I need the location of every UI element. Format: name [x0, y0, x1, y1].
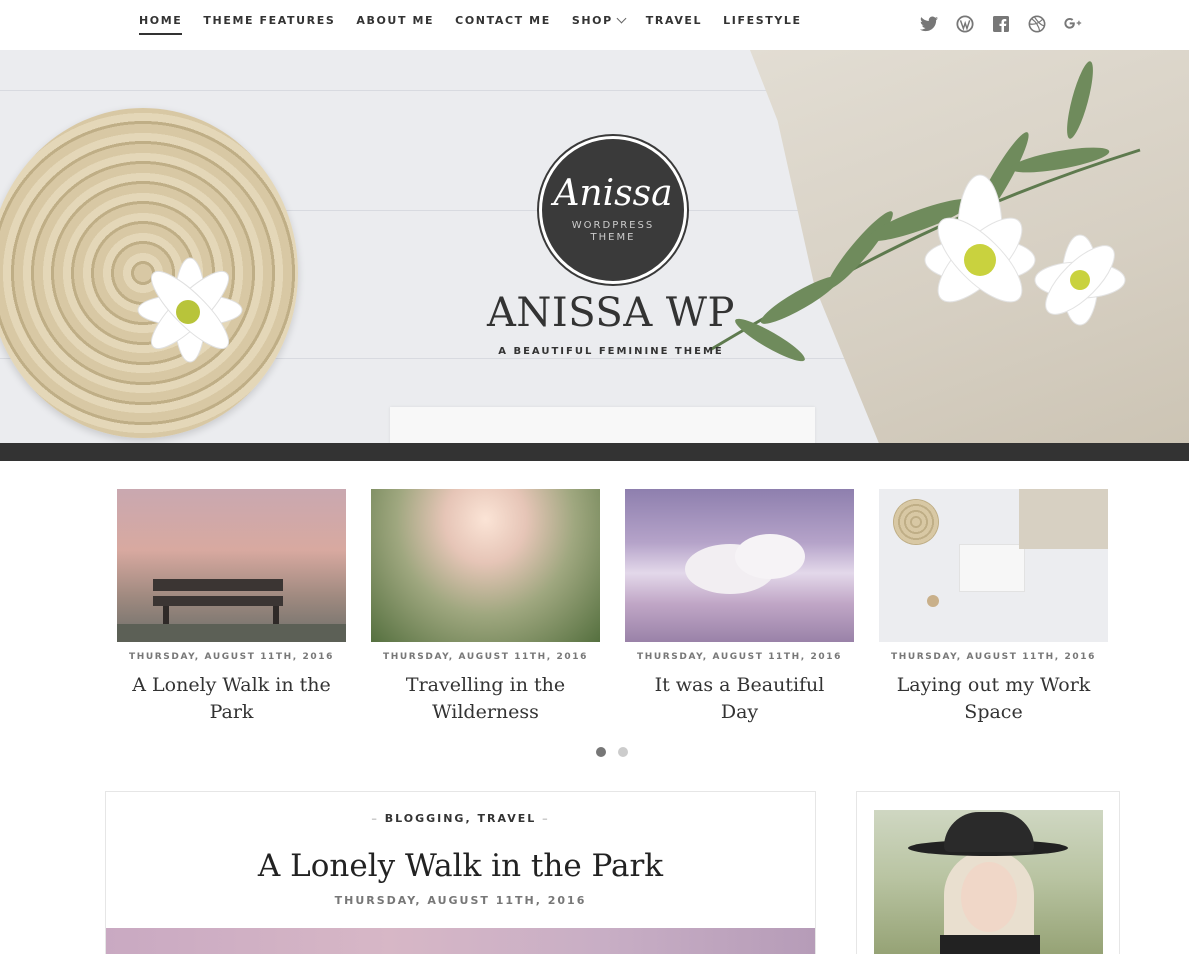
- menu-item-label: TRAVEL: [645, 14, 703, 27]
- logo-subtitle-line: THEME: [590, 232, 636, 243]
- author-top: [940, 935, 1040, 954]
- slide-item[interactable]: THURSDAY, AUGUST 11TH, 2016 It was a Bea…: [625, 489, 854, 726]
- coaster-image: [893, 499, 939, 545]
- bench-slat: [153, 579, 283, 591]
- slide-thumbnail[interactable]: [371, 489, 600, 642]
- slide-title[interactable]: A Lonely Walk in the Park: [117, 672, 346, 726]
- twine-image: [927, 595, 939, 607]
- menu-item-label: THEME FEATURES: [203, 14, 336, 27]
- slide-date: THURSDAY, AUGUST 11TH, 2016: [637, 652, 842, 662]
- slide-thumbnail[interactable]: [117, 489, 346, 642]
- menu-item-label: HOME: [139, 14, 183, 27]
- wordpress-icon[interactable]: [956, 15, 974, 33]
- menu-item-label: ABOUT ME: [356, 14, 435, 27]
- menu-item-label: LIFESTYLE: [723, 14, 802, 27]
- author-hat-crown: [944, 812, 1034, 852]
- menu-item-lifestyle[interactable]: LIFESTYLE: [723, 14, 801, 35]
- site-title[interactable]: ANISSA WP: [0, 290, 1189, 336]
- social-links: [920, 15, 1082, 33]
- dribbble-icon[interactable]: [1028, 15, 1046, 33]
- author-photo: [874, 810, 1103, 954]
- grass-strip: [117, 624, 346, 642]
- slide-item[interactable]: THURSDAY, AUGUST 11TH, 2016 Travelling i…: [371, 489, 600, 726]
- slide-thumbnail[interactable]: [879, 489, 1108, 642]
- facebook-icon[interactable]: [992, 15, 1010, 33]
- category-link-blogging[interactable]: BLOGGING: [385, 812, 466, 825]
- menu-item-travel[interactable]: TRAVEL: [646, 14, 702, 35]
- category-dash: –: [542, 812, 550, 825]
- post-categories: – BLOGGING, TRAVEL –: [106, 812, 815, 825]
- slider-dot-1[interactable]: [596, 747, 606, 757]
- hero-bottom-bar: [0, 443, 1189, 461]
- bench-slat: [153, 596, 283, 606]
- author-face: [961, 862, 1017, 932]
- blog-post: – BLOGGING, TRAVEL – A Lonely Walk in th…: [105, 791, 816, 954]
- logo-subtitle: WORDPRESS THEME: [572, 220, 654, 244]
- menu-item-label: SHOP: [571, 14, 613, 27]
- post-featured-image[interactable]: [106, 928, 815, 954]
- logo-subtitle-line: WORDPRESS: [571, 220, 655, 231]
- card-image: [959, 544, 1025, 592]
- menu-item-theme-features[interactable]: THEME FEATURES: [203, 14, 335, 35]
- twitter-icon[interactable]: [920, 15, 938, 33]
- slider-pagination: [596, 747, 628, 757]
- slide-date: THURSDAY, AUGUST 11TH, 2016: [129, 652, 334, 662]
- category-link-travel[interactable]: TRAVEL: [478, 812, 537, 825]
- category-separator: ,: [465, 812, 472, 825]
- post-title[interactable]: A Lonely Walk in the Park: [106, 848, 815, 884]
- menu-item-shop[interactable]: SHOP: [571, 13, 627, 35]
- slide-title[interactable]: Travelling in the Wilderness: [371, 672, 600, 726]
- slide-item[interactable]: THURSDAY, AUGUST 11TH, 2016 A Lonely Wal…: [117, 489, 346, 726]
- slider-dot-2[interactable]: [618, 747, 628, 757]
- paper-card-image: [390, 407, 815, 443]
- logo-script-text: Anissa: [553, 173, 673, 214]
- menu-item-about-me[interactable]: ABOUT ME: [356, 14, 434, 35]
- menu-item-contact-me[interactable]: CONTACT ME: [455, 14, 551, 35]
- google-plus-icon[interactable]: [1064, 15, 1082, 33]
- main-menu: HOME THEME FEATURES ABOUT ME CONTACT ME …: [139, 13, 823, 35]
- menu-item-home[interactable]: HOME: [139, 14, 183, 35]
- chevron-down-icon: [616, 13, 627, 24]
- slide-title[interactable]: It was a Beautiful Day: [625, 672, 854, 726]
- category-dash: –: [371, 812, 379, 825]
- hero-header: Anissa WORDPRESS THEME ANISSA WP A BEAUT…: [0, 50, 1189, 443]
- slide-date: THURSDAY, AUGUST 11TH, 2016: [891, 652, 1096, 662]
- slide-title[interactable]: Laying out my Work Space: [879, 672, 1108, 726]
- sidebar-about-widget: [856, 791, 1120, 954]
- site-tagline: A BEAUTIFUL FEMININE THEME: [498, 346, 724, 357]
- cloth-image: [1019, 489, 1108, 549]
- slide-item[interactable]: THURSDAY, AUGUST 11TH, 2016 Laying out m…: [879, 489, 1108, 726]
- post-date: THURSDAY, AUGUST 11TH, 2016: [334, 894, 587, 907]
- slide-thumbnail[interactable]: [625, 489, 854, 642]
- top-navigation: HOME THEME FEATURES ABOUT ME CONTACT ME …: [0, 0, 1189, 50]
- cloud-shape: [735, 534, 805, 579]
- site-logo[interactable]: Anissa WORDPRESS THEME: [539, 136, 687, 284]
- menu-item-label: CONTACT ME: [455, 14, 551, 27]
- slide-date: THURSDAY, AUGUST 11TH, 2016: [383, 652, 588, 662]
